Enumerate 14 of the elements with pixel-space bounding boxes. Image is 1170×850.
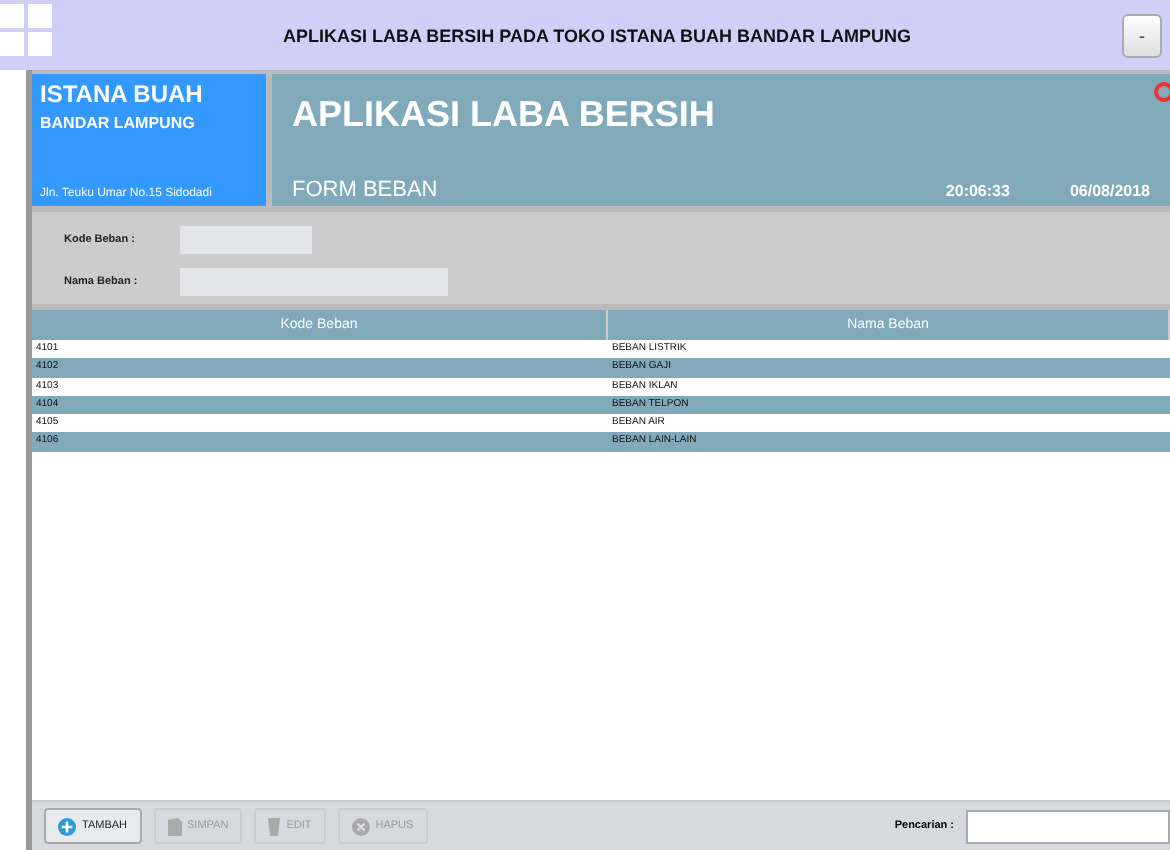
power-icon[interactable] bbox=[1154, 82, 1170, 102]
minimize-button[interactable]: - bbox=[1122, 13, 1162, 57]
brand-city: BANDAR LAMPUNG bbox=[40, 114, 197, 132]
plus-circle-icon bbox=[58, 817, 76, 835]
x-circle-icon bbox=[351, 817, 370, 835]
input-field[interactable] bbox=[180, 268, 448, 296]
brand-name: ISTANA BUAH bbox=[40, 80, 205, 108]
app-title: APLIKASI LABA BERSIH bbox=[292, 94, 717, 136]
input-field[interactable] bbox=[180, 226, 312, 254]
date-text: 06/08/2018 bbox=[1069, 181, 1150, 199]
time-text: 20:06:33 bbox=[945, 181, 1010, 199]
form-name: FORM BEBAN bbox=[292, 178, 440, 202]
window-title: APLIKASI LABA BERSIH PADA TOKO ISTANA BUAH BANDAR LAMPUNG bbox=[281, 25, 913, 45]
search-field[interactable] bbox=[966, 809, 1170, 843]
